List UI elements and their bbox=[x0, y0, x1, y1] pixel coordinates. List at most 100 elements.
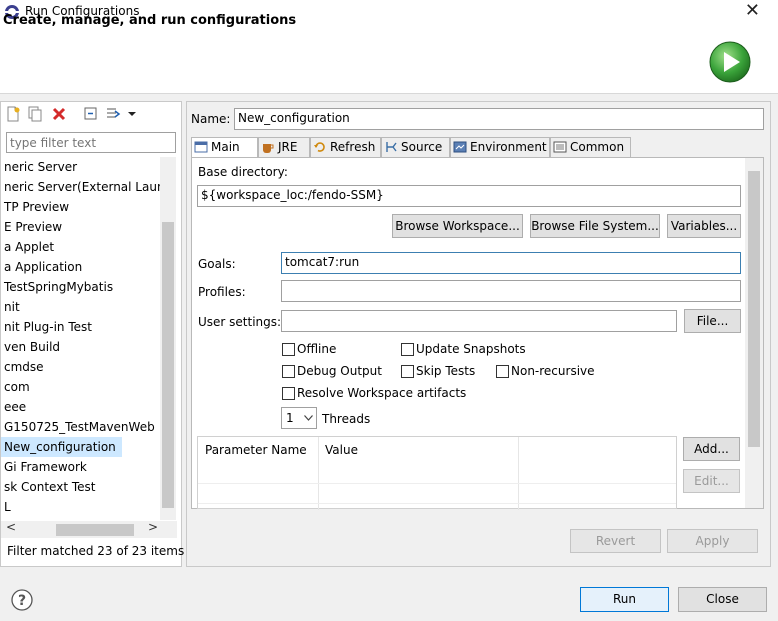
collapse-all-icon[interactable] bbox=[83, 106, 99, 122]
duplicate-icon[interactable] bbox=[27, 106, 43, 122]
tab-refresh-label: Refresh bbox=[330, 140, 376, 154]
offline-checkbox[interactable] bbox=[282, 343, 295, 356]
threads-select[interactable]: 1 bbox=[281, 407, 317, 429]
list-item-label: G150725_TestMavenWeb bbox=[4, 420, 155, 434]
run-icon bbox=[709, 41, 751, 83]
list-item[interactable]: neric Server(External Launc bbox=[1, 177, 160, 197]
list-item[interactable]: eee bbox=[1, 397, 160, 417]
add-parameter-button[interactable]: Add... bbox=[683, 437, 740, 461]
column-divider bbox=[518, 437, 519, 510]
run-button[interactable]: Run bbox=[580, 587, 669, 612]
skip-tests-label: Skip Tests bbox=[416, 364, 476, 378]
list-item[interactable]: New_configuration bbox=[1, 437, 160, 457]
list-item[interactable]: ven Build bbox=[1, 337, 160, 357]
parameter-name-header[interactable]: Parameter Name bbox=[199, 437, 313, 479]
tab-common-label: Common bbox=[570, 140, 625, 154]
base-directory-label: Base directory: bbox=[198, 165, 288, 179]
user-settings-field[interactable] bbox=[281, 310, 677, 332]
help-icon[interactable]: ? bbox=[11, 589, 33, 611]
list-item-label: Gi Framework bbox=[4, 460, 87, 474]
list-item[interactable]: Gi Framework bbox=[1, 457, 160, 477]
base-directory-field[interactable]: ${workspace_loc:/fendo-SSM} bbox=[197, 185, 741, 207]
tab-jre-label: JRE bbox=[278, 140, 298, 154]
list-item[interactable]: nit bbox=[1, 297, 160, 317]
list-item[interactable]: sk Context Test bbox=[1, 477, 160, 497]
close-icon[interactable]: ✕ bbox=[745, 2, 760, 20]
close-button[interactable]: Close bbox=[678, 587, 767, 612]
filter-input[interactable] bbox=[6, 132, 176, 153]
non-recursive-label: Non-recursive bbox=[511, 364, 595, 378]
list-item[interactable]: a Application bbox=[1, 257, 160, 277]
name-field[interactable]: New_configuration bbox=[234, 108, 764, 130]
list-item[interactable]: nit Plug-in Test bbox=[1, 317, 160, 337]
list-item-label: neric Server(External Launc bbox=[4, 180, 160, 194]
list-item-label: sk Context Test bbox=[4, 480, 96, 494]
debug-output-label: Debug Output bbox=[297, 364, 382, 378]
tab-common[interactable]: Common bbox=[550, 137, 631, 157]
new-launch-config-icon[interactable] bbox=[5, 106, 21, 122]
update-snapshots-label: Update Snapshots bbox=[416, 342, 526, 356]
tree-horizontal-scroll-thumb[interactable] bbox=[56, 524, 134, 536]
list-item[interactable]: G150725_TestMavenWeb bbox=[1, 417, 160, 437]
tab-main[interactable]: Main bbox=[191, 137, 258, 158]
tab-jre[interactable]: JRE bbox=[258, 137, 310, 157]
list-item-label: com bbox=[4, 380, 30, 394]
goals-label: Goals: bbox=[198, 257, 236, 271]
list-item[interactable]: E Preview bbox=[1, 217, 160, 237]
banner bbox=[0, 24, 778, 94]
scroll-right-arrow[interactable]: > bbox=[148, 520, 158, 534]
list-item-label: nit bbox=[4, 300, 20, 314]
configuration-tree: neric Server neric Server(External Launc T… bbox=[1, 157, 160, 517]
edit-parameter-button[interactable]: Edit... bbox=[683, 469, 740, 493]
environment-icon bbox=[453, 141, 467, 153]
resolve-workspace-label: Resolve Workspace artifacts bbox=[297, 386, 467, 400]
file-button[interactable]: File... bbox=[684, 309, 741, 333]
list-item-label: E Preview bbox=[4, 220, 63, 234]
skip-tests-checkbox[interactable] bbox=[401, 365, 414, 378]
tab-refresh[interactable]: Refresh bbox=[310, 137, 381, 157]
tree-vertical-scroll-thumb[interactable] bbox=[162, 222, 174, 508]
main-tab-icon bbox=[194, 141, 208, 153]
list-item[interactable]: com bbox=[1, 377, 160, 397]
debug-output-checkbox[interactable] bbox=[282, 365, 295, 378]
table-row[interactable] bbox=[198, 483, 676, 484]
update-snapshots-checkbox[interactable] bbox=[401, 343, 414, 356]
banner-title: Create, manage, and run configurations bbox=[3, 13, 297, 28]
variables-button[interactable]: Variables... bbox=[667, 214, 741, 238]
list-item[interactable]: TP Preview bbox=[1, 197, 160, 217]
list-item[interactable]: cmdse bbox=[1, 357, 160, 377]
scroll-left-arrow[interactable]: < bbox=[6, 520, 16, 534]
threads-label: Threads bbox=[322, 412, 371, 426]
table-row[interactable] bbox=[198, 503, 676, 504]
parameters-table: Parameter Name Value bbox=[197, 436, 677, 510]
tab-environment-label: Environment bbox=[470, 140, 547, 154]
threads-value: 1 bbox=[286, 411, 294, 425]
common-icon bbox=[553, 141, 567, 153]
tab-environment[interactable]: Environment bbox=[450, 137, 550, 157]
tab-source-label: Source bbox=[401, 140, 443, 154]
panel-vertical-scroll-thumb[interactable] bbox=[748, 171, 760, 447]
goals-field[interactable]: tomcat7:run bbox=[281, 252, 741, 274]
non-recursive-checkbox[interactable] bbox=[496, 365, 509, 378]
filter-status: Filter matched 23 of 23 items bbox=[7, 544, 185, 558]
tab-source[interactable]: Source bbox=[381, 137, 450, 157]
browse-file-system-button[interactable]: Browse File System... bbox=[530, 214, 660, 238]
chevron-down-icon bbox=[304, 415, 313, 421]
chevron-down-icon[interactable] bbox=[127, 106, 137, 122]
list-item[interactable]: TestSpringMybatis bbox=[1, 277, 160, 297]
list-item-label: eee bbox=[4, 400, 27, 414]
list-item[interactable]: L bbox=[1, 497, 160, 517]
profiles-label: Profiles: bbox=[198, 285, 246, 299]
list-item[interactable]: neric Server bbox=[1, 157, 160, 177]
value-header[interactable]: Value bbox=[319, 437, 364, 479]
resolve-workspace-checkbox[interactable] bbox=[282, 387, 295, 400]
browse-workspace-button[interactable]: Browse Workspace... bbox=[392, 214, 523, 238]
list-item-label: a Application bbox=[4, 260, 83, 274]
svg-text:?: ? bbox=[18, 593, 26, 609]
delete-icon[interactable] bbox=[51, 106, 67, 122]
profiles-field[interactable] bbox=[281, 280, 741, 302]
list-item[interactable]: a Applet bbox=[1, 237, 160, 257]
revert-button[interactable]: Revert bbox=[570, 529, 661, 553]
filter-icon[interactable] bbox=[105, 106, 121, 122]
apply-button[interactable]: Apply bbox=[667, 529, 758, 553]
